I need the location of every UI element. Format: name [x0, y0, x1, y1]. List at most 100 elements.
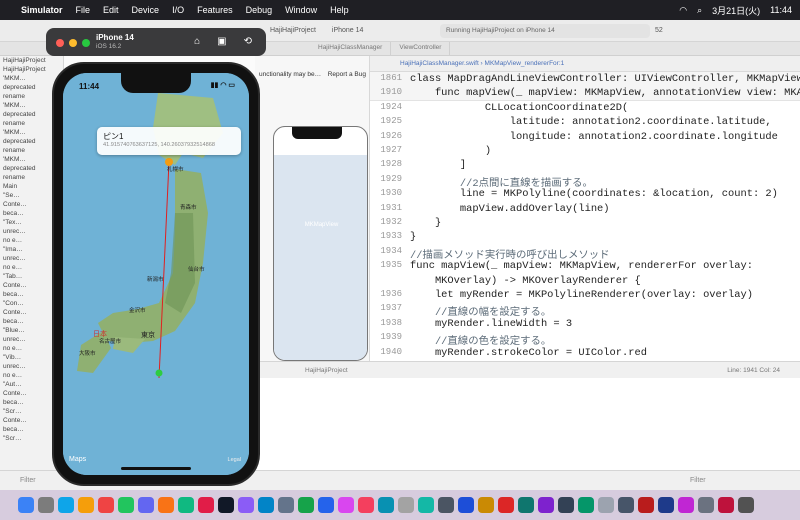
menu-window[interactable]: Window: [285, 5, 317, 15]
dock-app-icon[interactable]: [518, 497, 534, 513]
menu-debug[interactable]: Debug: [246, 5, 273, 15]
dock-app-icon[interactable]: [478, 497, 494, 513]
menu-edit[interactable]: Edit: [103, 5, 119, 15]
dock-app-icon[interactable]: [58, 497, 74, 513]
dock-app-icon[interactable]: [498, 497, 514, 513]
scheme-selector[interactable]: HajiHajiProject: [270, 27, 316, 34]
home-icon[interactable]: ⌂: [194, 36, 200, 47]
iphone-screen[interactable]: 11:44 ▮▮ ◠ ▭ ピン1 41.915740763637125, 140…: [63, 73, 249, 475]
dock-app-icon[interactable]: [438, 497, 454, 513]
line-number[interactable]: 1925: [370, 116, 402, 126]
dock-app-icon[interactable]: [598, 497, 614, 513]
menu-io[interactable]: I/O: [172, 5, 184, 15]
dock-app-icon[interactable]: [738, 497, 754, 513]
dock-app-icon[interactable]: [218, 497, 234, 513]
dock-app-icon[interactable]: [618, 497, 634, 513]
legal-link[interactable]: Legal: [228, 457, 241, 463]
code-line[interactable]: latitude: annotation2.coordinate.latitud…: [410, 116, 772, 128]
device-selector[interactable]: iPhone 14: [332, 27, 364, 34]
line-number[interactable]: 1926: [370, 131, 402, 141]
pin-callout[interactable]: ピン1 41.915740763637125, 140.260379325148…: [97, 127, 241, 155]
menu-features[interactable]: Features: [197, 5, 233, 15]
report-bug-link[interactable]: Report a Bug: [328, 71, 366, 78]
code-line[interactable]: myRender.lineWidth = 3: [410, 318, 572, 330]
close-button[interactable]: [56, 39, 64, 47]
line-number[interactable]: 1928: [370, 159, 402, 169]
dock-app-icon[interactable]: [458, 497, 474, 513]
code-line[interactable]: MKOverlay) -> MKOverlayRenderer {: [410, 275, 641, 287]
dock-app-icon[interactable]: [658, 497, 674, 513]
menu-date[interactable]: 3月21日(火): [712, 4, 760, 17]
console-filter-input[interactable]: Filter: [690, 477, 706, 484]
dock-app-icon[interactable]: [638, 497, 654, 513]
code-line[interactable]: line = MKPolyline(coordinates: &location…: [410, 188, 778, 200]
search-icon[interactable]: ⌕: [697, 5, 702, 16]
dock-app-icon[interactable]: [178, 497, 194, 513]
line-number[interactable]: 1861: [370, 73, 402, 83]
dock-app-icon[interactable]: [338, 497, 354, 513]
dock-app-icon[interactable]: [278, 497, 294, 513]
line-number[interactable]: 1940: [370, 347, 402, 357]
code-line[interactable]: }: [410, 217, 441, 229]
line-number[interactable]: 1937: [370, 303, 402, 313]
navigator-item[interactable]: HajiHajiProject: [0, 56, 63, 65]
line-number[interactable]: 1930: [370, 188, 402, 198]
dock-app-icon[interactable]: [78, 497, 94, 513]
screenshot-icon[interactable]: ▣: [217, 36, 226, 47]
line-number[interactable]: 1939: [370, 332, 402, 342]
code-line[interactable]: func mapView(_ mapView: MKMapView, rende…: [410, 260, 753, 272]
dock-app-icon[interactable]: [118, 497, 134, 513]
dock-app-icon[interactable]: [238, 497, 254, 513]
menu-file[interactable]: File: [76, 5, 91, 15]
line-number[interactable]: 1929: [370, 174, 402, 184]
warning-count[interactable]: 52: [655, 27, 663, 34]
tab-viewcontroller[interactable]: ViewController: [391, 42, 451, 55]
dock-app-icon[interactable]: [18, 497, 34, 513]
code-line[interactable]: longitude: annotation2.coordinate.longit…: [410, 131, 778, 143]
dock-app-icon[interactable]: [358, 497, 374, 513]
pin-end[interactable]: [155, 369, 163, 377]
code-line[interactable]: CLLocationCoordinate2D(: [410, 102, 628, 114]
debug-breadcrumb[interactable]: HajiHajiProject: [305, 367, 348, 374]
code-line[interactable]: func mapView(_ mapView: MKMapView, annot…: [410, 87, 800, 99]
menu-time[interactable]: 11:44: [770, 5, 792, 15]
line-number[interactable]: 1927: [370, 145, 402, 155]
code-line[interactable]: let myRender = MKPolylineRenderer(overla…: [410, 289, 753, 301]
dock-app-icon[interactable]: [678, 497, 694, 513]
code-line[interactable]: class MapDragAndLineViewController: UIVi…: [410, 73, 800, 85]
line-number[interactable]: 1933: [370, 231, 402, 241]
simulator-titlebar[interactable]: iPhone 14 iOS 16.2 ⌂ ▣ ⟲: [46, 28, 266, 56]
dock-app-icon[interactable]: [558, 497, 574, 513]
storyboard-mapview[interactable]: MKMapView: [274, 155, 367, 360]
dock-app-icon[interactable]: [578, 497, 594, 513]
editor-jumpbar[interactable]: HajiHajiClassManager.swift › MKMapView_r…: [370, 56, 800, 72]
menu-device[interactable]: Device: [132, 5, 160, 15]
line-number[interactable]: 1934: [370, 246, 402, 256]
dock-app-icon[interactable]: [38, 497, 54, 513]
zoom-button[interactable]: [82, 39, 90, 47]
code-line[interactable]: ]: [410, 159, 466, 171]
home-indicator[interactable]: [121, 467, 191, 470]
dock-app-icon[interactable]: [138, 497, 154, 513]
menu-help[interactable]: Help: [330, 5, 349, 15]
line-number[interactable]: 1932: [370, 217, 402, 227]
dock-app-icon[interactable]: [158, 497, 174, 513]
line-number[interactable]: 1935: [370, 260, 402, 270]
dock-app-icon[interactable]: [718, 497, 734, 513]
dock-app-icon[interactable]: [538, 497, 554, 513]
dock-app-icon[interactable]: [318, 497, 334, 513]
line-number[interactable]: 1924: [370, 102, 402, 112]
dock-app-icon[interactable]: [198, 497, 214, 513]
line-number[interactable]: 1931: [370, 203, 402, 213]
dock-app-icon[interactable]: [378, 497, 394, 513]
menu-app-name[interactable]: Simulator: [21, 5, 63, 15]
minimize-button[interactable]: [69, 39, 77, 47]
line-number[interactable]: 1910: [370, 87, 402, 97]
dock-app-icon[interactable]: [398, 497, 414, 513]
code-line[interactable]: }: [410, 231, 416, 243]
code-line[interactable]: ): [410, 145, 491, 157]
dock-app-icon[interactable]: [298, 497, 314, 513]
code-line[interactable]: myRender.strokeColor = UIColor.red: [410, 347, 647, 359]
dock-app-icon[interactable]: [418, 497, 434, 513]
dock-app-icon[interactable]: [98, 497, 114, 513]
